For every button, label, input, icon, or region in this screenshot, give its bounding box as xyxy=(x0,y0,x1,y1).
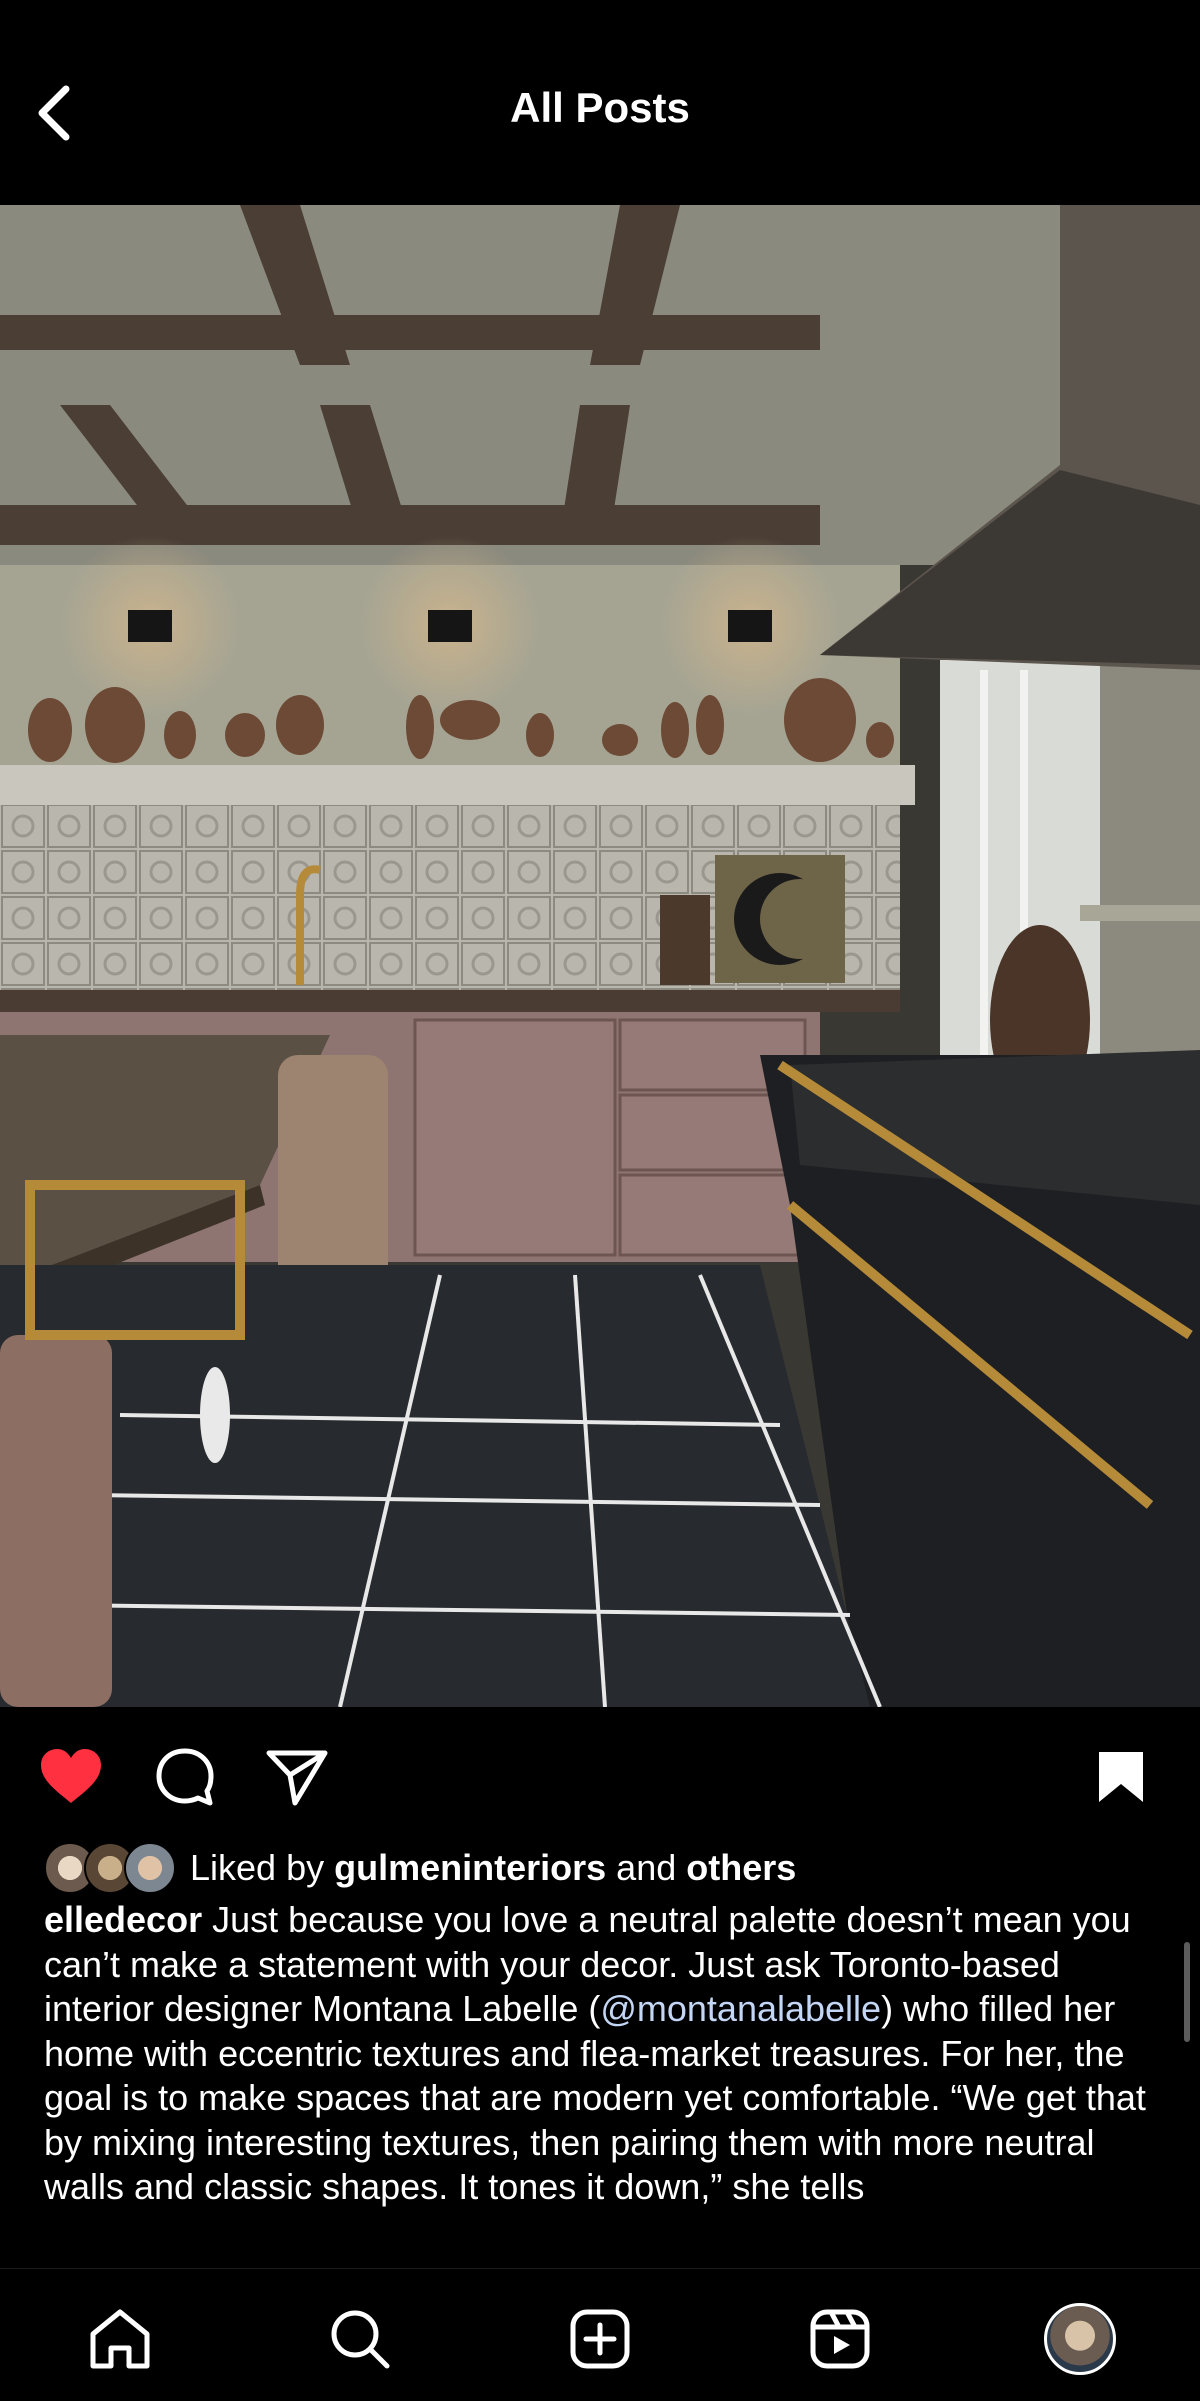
caption-mention[interactable]: @montanalabelle xyxy=(600,1988,881,2029)
comment-button[interactable] xyxy=(150,1742,220,1812)
heart-filled-icon xyxy=(41,1749,101,1803)
reels-icon xyxy=(810,2309,870,2369)
plus-square-icon xyxy=(570,2309,630,2369)
top-bar: All Posts xyxy=(0,0,1200,175)
others-link[interactable]: others xyxy=(686,1847,796,1889)
home-icon xyxy=(90,2309,150,2369)
post-image[interactable] xyxy=(0,205,1200,1707)
nav-reels[interactable] xyxy=(802,2301,878,2377)
scrollbar[interactable] xyxy=(1184,1942,1190,2042)
avatar xyxy=(124,1842,176,1894)
bottom-nav xyxy=(0,2268,1200,2401)
nav-home[interactable] xyxy=(82,2301,158,2377)
caption-username[interactable]: elledecor xyxy=(44,1899,202,1940)
bookmark-filled-icon xyxy=(1099,1752,1143,1802)
comment-icon xyxy=(156,1748,214,1806)
nav-profile[interactable] xyxy=(1042,2301,1118,2377)
and-text: and xyxy=(616,1847,677,1888)
like-button[interactable] xyxy=(36,1742,106,1812)
search-icon xyxy=(331,2310,390,2369)
page-title: All Posts xyxy=(510,84,690,131)
share-button[interactable] xyxy=(262,1742,332,1812)
liker-avatars xyxy=(44,1842,176,1894)
post-caption: elledecor Just because you love a neutra… xyxy=(44,1898,1154,2268)
nav-create[interactable] xyxy=(562,2301,638,2377)
profile-avatar xyxy=(1044,2303,1116,2375)
post-actions xyxy=(0,1730,1200,1820)
nav-search[interactable] xyxy=(322,2301,398,2377)
liker-username[interactable]: gulmeninteriors xyxy=(334,1847,606,1889)
liked-by-text: Liked by xyxy=(190,1847,325,1888)
save-button[interactable] xyxy=(1086,1742,1156,1812)
likes-summary[interactable]: Liked by gulmeninteriors and others xyxy=(44,1840,796,1896)
paper-plane-icon xyxy=(266,1750,328,1806)
